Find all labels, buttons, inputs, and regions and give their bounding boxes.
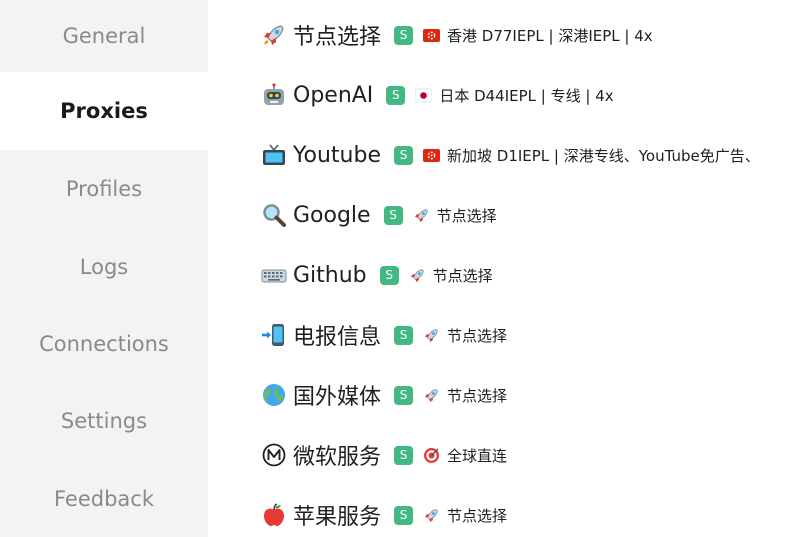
- television-icon: [263, 144, 285, 165]
- sidebar-item-connections[interactable]: Connections: [0, 305, 208, 383]
- hong-kong-flag-icon: [423, 148, 440, 162]
- sidebar-item-general[interactable]: General: [0, 0, 208, 72]
- proxy-group-row[interactable]: 苹果服务 S 节点选择: [261, 495, 507, 535]
- type-badge: S: [394, 145, 413, 165]
- sidebar-item-settings[interactable]: Settings: [0, 382, 208, 460]
- rocket-icon: [424, 508, 438, 522]
- selected-proxy: 节点选择: [432, 266, 493, 285]
- type-badge: S: [394, 385, 414, 405]
- sidebar-item-label: Logs: [79, 255, 129, 279]
- rocket-icon: [424, 328, 438, 342]
- proxy-group-row[interactable]: 电报信息 S 节点选择: [261, 315, 507, 355]
- sidebar-item-label: Settings: [60, 409, 148, 433]
- robot-icon: [264, 83, 284, 105]
- group-name: 电报信息: [293, 325, 382, 350]
- sidebar-item-label: Proxies: [60, 99, 148, 123]
- app-window: General Proxies Profiles Logs Connection…: [0, 0, 800, 537]
- proxy-group-row[interactable]: 节点选择 S 香港 D77IEPL | 深港IEPL | 4x: [261, 15, 653, 55]
- type-badge: S: [379, 265, 399, 285]
- keyboard-icon: [261, 269, 287, 283]
- selected-proxy: 新加坡 D1IEPL | 深港专线、YouTube免广告、: [447, 146, 760, 165]
- type-badge: S: [394, 325, 414, 345]
- rocket-icon: [410, 268, 424, 282]
- selected-proxy: 节点选择: [447, 386, 508, 405]
- sidebar-item-label: Profiles: [65, 177, 143, 201]
- sidebar-item-profiles[interactable]: Profiles: [0, 150, 208, 228]
- sidebar-item-feedback[interactable]: Feedback: [0, 460, 208, 537]
- group-name: Youtube: [293, 142, 381, 168]
- sidebar-item-proxies[interactable]: Proxies: [0, 72, 208, 150]
- sidebar-item-label: Feedback: [53, 486, 154, 511]
- sidebar-item-logs[interactable]: Logs: [0, 228, 208, 306]
- sidebar-item-label: Connections: [39, 332, 169, 356]
- group-name: Google: [293, 202, 371, 228]
- group-name: OpenAI: [293, 82, 374, 108]
- type-badge: S: [386, 85, 406, 105]
- group-name: 节点选择: [293, 25, 382, 50]
- group-name: 微软服务: [293, 445, 382, 470]
- rocket-icon: [264, 25, 284, 45]
- group-name: 国外媒体: [293, 385, 382, 410]
- circled-m-icon: [262, 443, 286, 467]
- rocket-icon: [424, 388, 438, 402]
- group-name: 苹果服务: [293, 505, 382, 530]
- globe-icon: [263, 384, 285, 406]
- proxy-group-row[interactable]: OpenAI S 日本 D44IEPL | 专线 | 4x: [261, 75, 614, 115]
- selected-proxy: 节点选择: [447, 326, 508, 345]
- sidebar-item-label: General: [62, 24, 146, 48]
- japan-flag-icon: [415, 88, 433, 102]
- type-badge: S: [394, 25, 414, 45]
- proxy-group-row[interactable]: Google S 节点选择: [261, 195, 497, 235]
- rocket-icon: [414, 208, 428, 222]
- proxy-group-row[interactable]: 微软服务 S 全球直连: [261, 435, 507, 475]
- proxy-group-row[interactable]: 国外媒体 S 节点选择: [261, 375, 507, 415]
- type-badge: S: [394, 505, 414, 525]
- magnifier-icon: [263, 204, 286, 227]
- phone-incoming-icon: [262, 324, 284, 346]
- hong-kong-flag-icon: [423, 28, 441, 42]
- apple-icon: [264, 503, 284, 526]
- sidebar: General Proxies Profiles Logs Connection…: [0, 0, 208, 537]
- proxy-group-row[interactable]: Youtube S 新加坡 D1IEPL | 深港专线、YouTube免广告、: [261, 135, 760, 175]
- selected-proxy: 香港 D77IEPL | 深港IEPL | 4x: [447, 26, 653, 45]
- selected-proxy: 节点选择: [436, 206, 497, 225]
- proxy-groups-list: 节点选择 S 香港 D77IEPL | 深港IEPL | 4x OpenAI S: [208, 0, 800, 537]
- group-name: Github: [293, 262, 367, 288]
- target-icon: [424, 447, 440, 463]
- type-badge: S: [394, 445, 414, 465]
- selected-proxy: 日本 D44IEPL | 专线 | 4x: [439, 86, 614, 105]
- selected-proxy: 节点选择: [447, 506, 508, 525]
- selected-proxy: 全球直连: [447, 446, 508, 465]
- proxy-group-row[interactable]: Github S 节点选择: [261, 255, 493, 295]
- type-badge: S: [383, 205, 403, 225]
